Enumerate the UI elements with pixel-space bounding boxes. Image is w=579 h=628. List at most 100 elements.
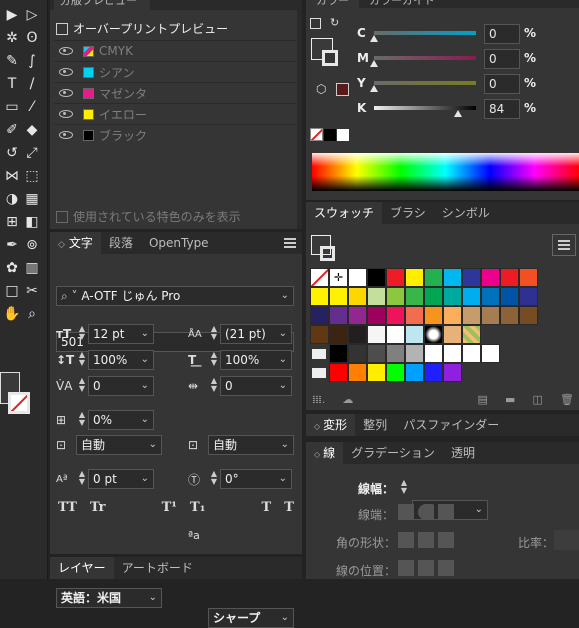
delete-swatch-icon[interactable]: 🗑 [560,393,574,406]
swatch[interactable] [329,306,348,325]
rotation-stepper[interactable]: ▲ ▼ [208,470,220,488]
swatch[interactable] [405,344,424,363]
swatch[interactable] [310,287,329,306]
swatch[interactable] [462,268,481,287]
tab-color-guide[interactable]: カラーガイド [359,0,445,8]
swatch[interactable] [405,268,424,287]
tracking-stepper[interactable]: ▲ ▼ [208,377,220,395]
align-inside-icon[interactable] [418,560,434,576]
white-color-button[interactable] [337,128,349,141]
swatch[interactable] [386,268,405,287]
curvature-tool-icon[interactable]: ∫ [23,52,41,70]
eyedropper-tool-icon[interactable]: ✒ [3,236,21,254]
channel-slider-y[interactable] [374,81,476,85]
swatch[interactable] [310,268,329,287]
perspective-grid-tool-icon[interactable]: ▦ [23,190,41,208]
web-color-chip[interactable] [336,83,349,96]
selection-tool-icon[interactable]: ▶ [3,6,21,24]
tsume-input[interactable]: 0% ⌄ [88,410,154,430]
swatch[interactable]: ✛ [329,268,348,287]
plate-row[interactable]: マゼンタ [54,82,296,103]
plate-row[interactable]: CMYK [54,40,296,61]
swatch[interactable] [367,344,386,363]
lasso-tool-icon[interactable]: ʘ [23,29,41,47]
width-tool-icon[interactable]: ⋈ [3,167,21,185]
swatch[interactable] [329,363,348,382]
slice-tool-icon[interactable]: ✂ [23,282,41,300]
slider-thumb[interactable] [370,60,378,67]
eye-icon[interactable] [59,68,73,76]
align-outside-icon[interactable] [438,560,454,576]
swatch-libraries-icon[interactable]: 𝍖. [312,393,325,406]
swatch[interactable] [424,287,443,306]
swatch[interactable] [481,306,500,325]
hand-tool-icon[interactable]: ✋ [3,305,21,323]
scale-tool-icon[interactable]: ⤢ [23,144,41,162]
swatch[interactable] [462,287,481,306]
swatch[interactable] [367,287,386,306]
new-swatch-icon[interactable]: ◫ [532,393,542,406]
cloud-library-icon[interactable]: ☁ [342,393,353,406]
bevel-join-icon[interactable] [438,532,454,548]
round-join-icon[interactable] [418,532,434,548]
vertical-scale-input[interactable]: 100% ⌄ [88,350,154,370]
swatch[interactable] [348,306,367,325]
plate-row[interactable]: イエロー [54,103,296,124]
swatch[interactable] [405,306,424,325]
stroke-weight-stepper[interactable]: ▲ ▼ [398,479,410,497]
swatch[interactable] [519,306,538,325]
channel-slider-m[interactable] [374,56,476,60]
shape-builder-tool-icon[interactable]: ◑ [3,190,21,208]
tab-align[interactable]: 整列 [355,414,395,436]
color-spectrum[interactable] [312,153,579,191]
swatch[interactable] [329,344,348,363]
tab-color[interactable]: カラー [306,0,359,8]
plate-row[interactable]: シアン [54,61,296,82]
swatch[interactable] [462,325,481,344]
swatch[interactable] [348,363,367,382]
folder-icon[interactable] [310,363,329,382]
plate-row[interactable]: ブラック [54,124,296,145]
swatch[interactable] [367,363,386,382]
swatch[interactable] [367,268,386,287]
miter-join-icon[interactable] [398,532,414,548]
artboard-tool-icon[interactable]: □ [3,282,21,300]
blend-tool-icon[interactable]: ⊚ [23,236,41,254]
baseline-shift-input[interactable]: 0 pt ⌄ [88,469,154,489]
round-cap-icon[interactable] [418,504,434,520]
slider-thumb[interactable] [454,110,462,117]
swatch[interactable] [443,268,462,287]
kerning-input[interactable]: 0 ⌄ [88,376,154,396]
all-caps-button[interactable]: TT [58,500,77,515]
channel-slider-c[interactable] [374,31,476,35]
tab-transform[interactable]: ◇ 変形 [306,414,356,436]
leading-input[interactable]: (21 pt) ⌄ [220,324,292,344]
aki-left-dropdown[interactable]: 自動 ⌄ [76,435,162,455]
aki-right-dropdown[interactable]: 自動 ⌄ [208,435,294,455]
swatch[interactable] [386,306,405,325]
mesh-tool-icon[interactable]: ⊞ [3,213,21,231]
tab-stroke[interactable]: ◇ 線 [306,442,344,464]
swatch[interactable] [405,287,424,306]
channel-input-c[interactable]: 0 [484,24,520,44]
channel-input-k[interactable]: 84 [484,99,520,119]
swatch[interactable] [386,363,405,382]
spot-only-checkbox[interactable] [56,210,68,223]
swatch[interactable] [348,268,367,287]
tab-layers[interactable]: レイヤー [50,557,114,579]
swatch[interactable] [329,325,348,344]
swatch[interactable] [443,344,462,363]
swatch[interactable] [462,306,481,325]
tab-opentype[interactable]: OpenType [141,232,217,254]
baseline-shift-stepper[interactable]: ▲ ▼ [76,470,88,488]
miter-limit-input[interactable] [554,530,579,550]
eye-icon[interactable] [59,89,73,97]
slider-thumb[interactable] [370,35,378,42]
underline-button[interactable]: T [262,500,272,515]
eye-icon[interactable] [59,131,73,139]
swatch[interactable] [443,325,462,344]
swatch[interactable] [329,287,348,306]
paintbrush-tool-icon[interactable]: ⁄ [23,98,41,116]
zoom-tool-icon[interactable]: ⌕ [23,305,41,323]
swatch[interactable] [500,306,519,325]
